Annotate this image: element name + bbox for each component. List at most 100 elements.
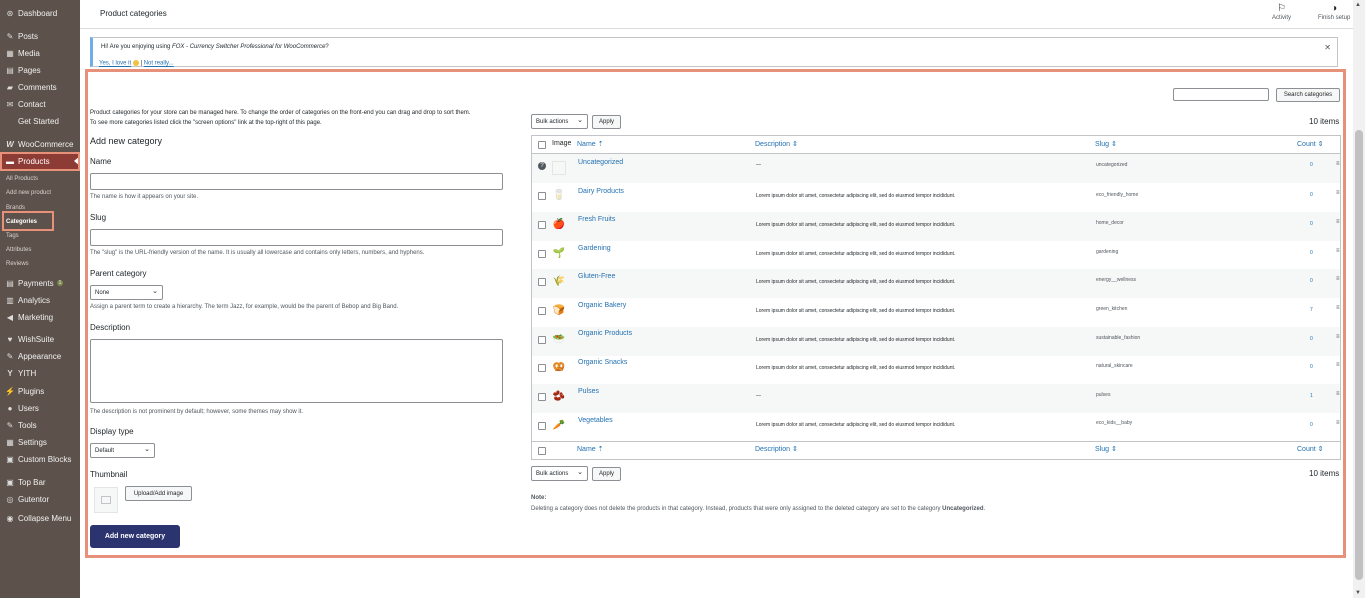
category-name-link[interactable]: Organic Products [578, 330, 632, 337]
category-count-link[interactable]: 0 [1310, 422, 1313, 428]
not-really-link[interactable]: Not really... [144, 61, 174, 67]
row-checkbox[interactable] [538, 250, 546, 258]
table-row[interactable]: 🥕 Vegetables Lorem ipsum dolor sit amet,… [532, 413, 1340, 442]
menu-payments[interactable]: ▤ Payments 1 [0, 275, 80, 291]
menu-settings[interactable]: ▦ Settings [0, 434, 80, 450]
drag-handle-icon[interactable]: ≡ [1336, 391, 1340, 397]
close-icon[interactable]: ✕ [1324, 43, 1331, 52]
description-textarea[interactable] [90, 339, 503, 403]
col-name-sort-bottom[interactable]: Name ⇡ [577, 445, 604, 453]
name-input[interactable] [90, 173, 503, 190]
table-row[interactable]: 🌱 Gardening Lorem ipsum dolor sit amet, … [532, 241, 1340, 270]
bulk-actions-bottom[interactable]: Bulk actions [531, 466, 588, 481]
table-row[interactable]: 🍞 Organic Bakery Lorem ipsum dolor sit a… [532, 298, 1340, 327]
drag-handle-icon[interactable]: ≡ [1336, 219, 1340, 225]
menu-analytics[interactable]: ▥ Analytics [0, 292, 80, 308]
menu-plugins[interactable]: ⚡ Plugins [0, 383, 80, 399]
category-count-link[interactable]: 0 [1310, 162, 1313, 168]
select-all-checkbox[interactable] [538, 141, 546, 149]
category-name-link[interactable]: Organic Bakery [578, 302, 626, 309]
menu-gutentor[interactable]: ◎ Gutentor [0, 491, 80, 507]
menu-contact[interactable]: ✉ Contact [0, 96, 80, 112]
drag-handle-icon[interactable]: ≡ [1336, 190, 1340, 196]
slug-input[interactable] [90, 229, 503, 246]
row-checkbox[interactable] [538, 422, 546, 430]
category-count-link[interactable]: 0 [1310, 250, 1313, 256]
table-row[interactable]: 🥗 Organic Products Lorem ipsum dolor sit… [532, 327, 1340, 356]
row-checkbox[interactable] [538, 364, 546, 372]
row-checkbox[interactable] [538, 393, 546, 401]
menu-get-started[interactable]: Get Started [0, 113, 80, 129]
table-row[interactable]: 🫘 Pulses — pulses 1 ≡ [532, 384, 1340, 413]
apply-button-top[interactable]: Apply [592, 115, 621, 129]
menu-comments[interactable]: ▰ Comments [0, 79, 80, 95]
table-row[interactable]: ? Uncategorized — uncategorized 0 ≡ [532, 154, 1340, 183]
display-type-select[interactable]: Default [90, 443, 155, 458]
category-count-link[interactable]: 0 [1310, 192, 1313, 198]
drag-handle-icon[interactable]: ≡ [1336, 276, 1340, 282]
menu-top-bar[interactable]: ▣ Top Bar [0, 474, 80, 490]
drag-handle-icon[interactable]: ≡ [1336, 248, 1340, 254]
table-row[interactable]: 🥨 Organic Snacks Lorem ipsum dolor sit a… [532, 355, 1340, 384]
drag-handle-icon[interactable]: ≡ [1336, 161, 1340, 167]
category-name-link[interactable]: Fresh Fruits [578, 216, 615, 223]
col-description-sort[interactable]: Description ⇕ [755, 140, 798, 148]
parent-select[interactable]: None [90, 285, 163, 300]
col-description-sort-bottom[interactable]: Description ⇕ [755, 445, 798, 453]
menu-yith[interactable]: Y YITH [0, 365, 80, 381]
category-name-link[interactable]: Pulses [578, 388, 599, 395]
page-scrollbar[interactable]: ▲ ▼ [1353, 0, 1365, 598]
bulk-actions-top[interactable]: Bulk actions [531, 114, 588, 129]
category-name-link[interactable]: Gluten-Free [578, 273, 615, 280]
col-slug-sort-bottom[interactable]: Slug ⇕ [1095, 445, 1117, 453]
row-checkbox[interactable] [538, 307, 546, 315]
scroll-down-icon[interactable]: ▼ [1355, 590, 1361, 596]
submenu-all-products[interactable]: All Products [6, 176, 38, 182]
submenu-tags[interactable]: Tags [6, 233, 19, 239]
category-name-link[interactable]: Organic Snacks [578, 359, 627, 366]
category-count-link[interactable]: 0 [1310, 221, 1313, 227]
search-categories-button[interactable]: Search categories [1276, 88, 1340, 102]
row-checkbox[interactable] [538, 336, 546, 344]
row-checkbox[interactable] [538, 192, 546, 200]
add-category-button[interactable]: Add new category [90, 525, 180, 548]
category-count-link[interactable]: 7 [1310, 307, 1313, 313]
category-count-link[interactable]: 1 [1310, 393, 1313, 399]
menu-pages[interactable]: ▤ Pages [0, 62, 80, 78]
category-count-link[interactable]: 0 [1310, 364, 1313, 370]
menu-marketing[interactable]: ◀ Marketing [0, 309, 80, 325]
menu-woocommerce[interactable]: W WooCommerce [0, 136, 80, 152]
category-count-link[interactable]: 0 [1310, 336, 1313, 342]
menu-custom-blocks[interactable]: ▣ Custom Blocks [0, 451, 80, 467]
scrollbar-thumb[interactable] [1355, 130, 1363, 580]
category-name-link[interactable]: Dairy Products [578, 188, 624, 195]
category-name-link[interactable]: Uncategorized [578, 159, 623, 166]
apply-button-bottom[interactable]: Apply [592, 467, 621, 481]
submenu-attributes[interactable]: Attributes [6, 247, 31, 253]
drag-handle-icon[interactable]: ≡ [1336, 362, 1340, 368]
menu-media[interactable]: ▦ Media [0, 45, 80, 61]
submenu-add-new-product[interactable]: Add new product [6, 190, 51, 196]
submenu-reviews[interactable]: Reviews [6, 261, 29, 267]
category-name-link[interactable]: Vegetables [578, 417, 613, 424]
search-input[interactable] [1173, 88, 1269, 101]
love-it-link[interactable]: Yes, I love it [99, 61, 131, 67]
col-count-sort-bottom[interactable]: Count ⇕ [1297, 445, 1324, 453]
upload-image-button[interactable]: Upload/Add image [125, 486, 192, 501]
menu-dashboard[interactable]: ⊛ Dashboard [0, 5, 80, 21]
menu-tools[interactable]: ✎ Tools [0, 417, 80, 433]
menu-posts[interactable]: ✎ Posts [0, 28, 80, 44]
row-checkbox[interactable] [538, 278, 546, 286]
menu-wishsuite[interactable]: ♥ WishSuite [0, 331, 80, 347]
drag-handle-icon[interactable]: ≡ [1336, 305, 1340, 311]
col-name-sort[interactable]: Name ⇡ [577, 140, 604, 148]
menu-appearance[interactable]: ✎ Appearance [0, 348, 80, 364]
menu-users[interactable]: ● Users [0, 400, 80, 416]
category-name-link[interactable]: Gardening [578, 245, 611, 252]
finish-setup-button[interactable]: ◑ Finish setup [1318, 3, 1350, 21]
activity-button[interactable]: ⚐ Activity [1272, 3, 1291, 21]
table-row[interactable]: 🥛 Dairy Products Lorem ipsum dolor sit a… [532, 183, 1340, 212]
col-slug-sort[interactable]: Slug ⇕ [1095, 140, 1117, 148]
drag-handle-icon[interactable]: ≡ [1336, 420, 1340, 426]
col-count-sort[interactable]: Count ⇕ [1297, 140, 1324, 148]
